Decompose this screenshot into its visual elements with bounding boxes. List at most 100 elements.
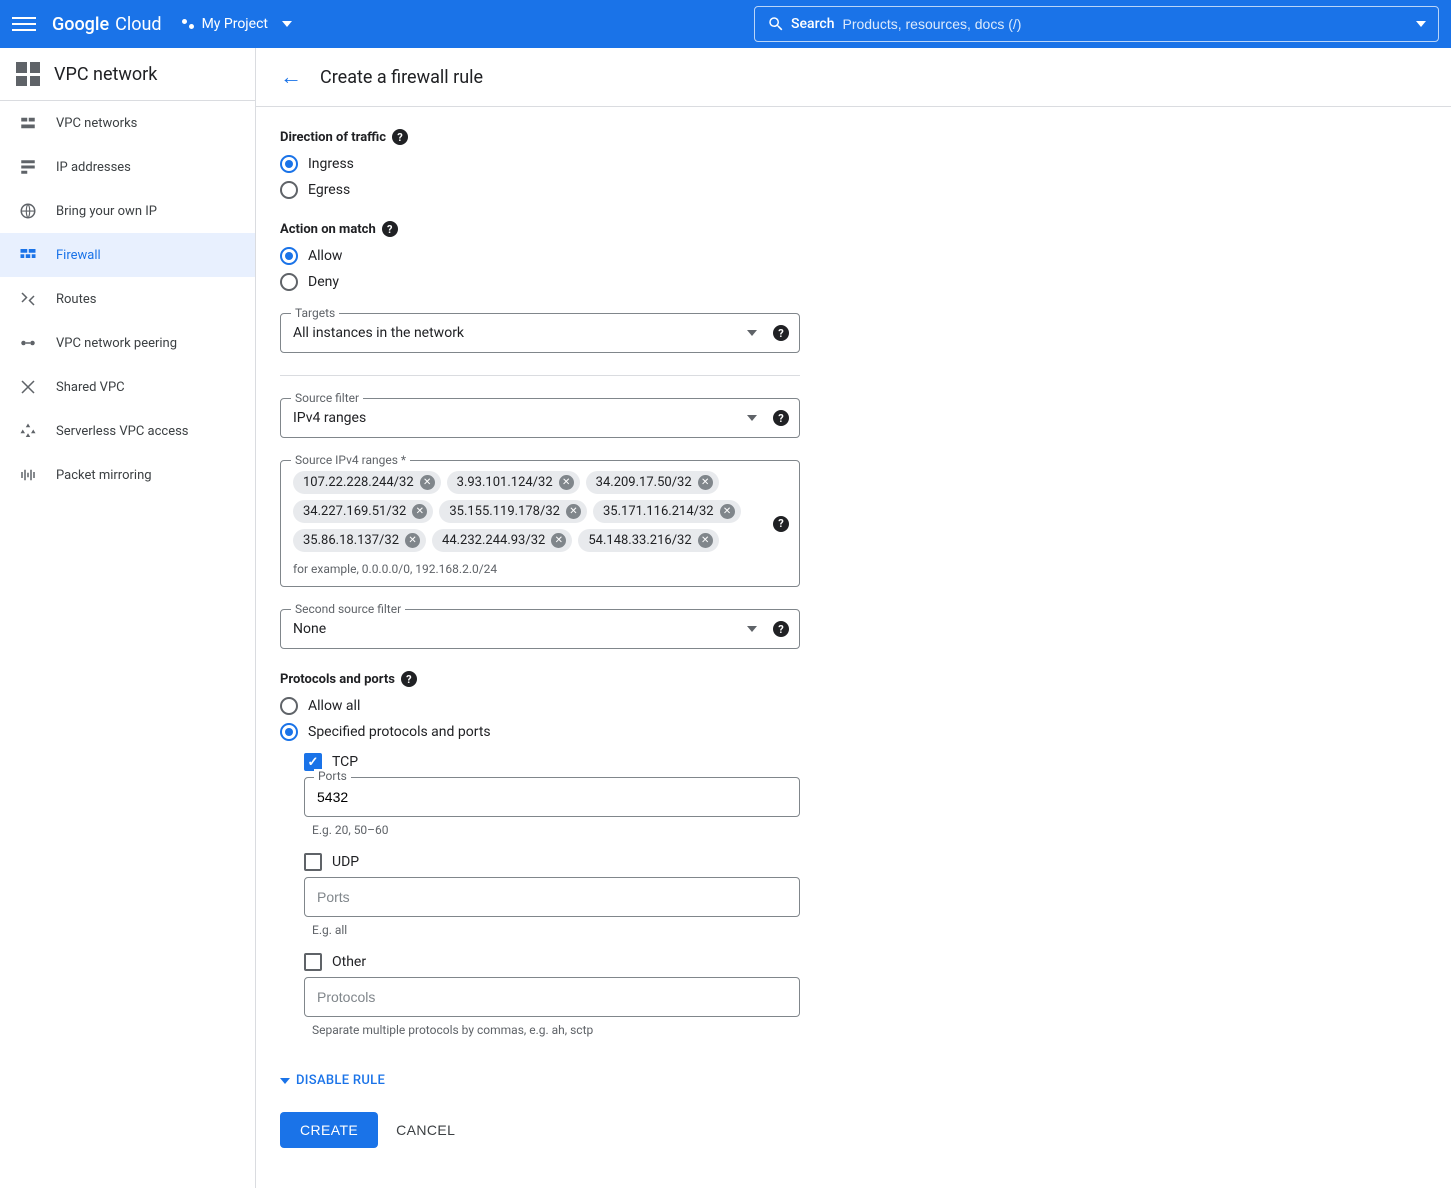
sidebar-item-firewall[interactable]: Firewall [0, 233, 255, 277]
divider [280, 375, 800, 376]
ip-addresses-icon [18, 157, 38, 177]
radio-specified[interactable]: Specified protocols and ports [280, 723, 992, 741]
ip-range-chip[interactable]: 34.227.169.51/32 ✕ [293, 500, 433, 523]
source-filter-select[interactable]: Source filter IPv4 ranges ? [280, 398, 800, 438]
sidebar-item-peering[interactable]: VPC network peering [0, 321, 255, 365]
sidebar-item-ip-addresses[interactable]: IP addresses [0, 145, 255, 189]
firewall-icon [18, 245, 38, 265]
sidebar-item-label: Bring your own IP [56, 204, 157, 219]
ip-range-chip[interactable]: 107.22.228.244/32✕ [293, 471, 441, 494]
chip-remove-icon[interactable]: ✕ [551, 533, 566, 548]
sidebar-item-packet-mirroring[interactable]: Packet mirroring [0, 453, 255, 497]
help-icon[interactable]: ? [773, 621, 789, 637]
search-label: Search [791, 16, 834, 32]
help-icon[interactable]: ? [773, 410, 789, 426]
routes-icon [18, 289, 38, 309]
help-icon[interactable]: ? [401, 671, 417, 687]
cancel-button[interactable]: CANCEL [396, 1112, 455, 1148]
chip-text: 34.227.169.51/32 [303, 504, 406, 519]
chevron-down-icon [280, 1078, 290, 1084]
chip-text: 34.209.17.50/32 [596, 475, 692, 490]
help-icon[interactable]: ? [392, 129, 408, 145]
search-input[interactable] [842, 16, 1408, 32]
direction-label: Direction of traffic ? [280, 129, 992, 145]
radio-icon [280, 155, 298, 173]
radio-deny[interactable]: Deny [280, 273, 992, 291]
create-button[interactable]: CREATE [280, 1112, 378, 1148]
vpc-networks-icon [18, 113, 38, 133]
action-label: Action on match ? [280, 221, 992, 237]
protocols-ports-label: Protocols and ports ? [280, 671, 992, 687]
brand-logo[interactable]: Google Cloud [52, 14, 162, 35]
radio-icon [280, 697, 298, 715]
source-ranges-hint: for example, 0.0.0.0/0, 192.168.2.0/24 [293, 562, 759, 576]
checkbox-tcp[interactable]: TCP [304, 753, 992, 771]
second-source-filter-label: Second source filter [291, 602, 405, 616]
help-icon[interactable]: ? [773, 516, 789, 532]
other-protocols-input[interactable] [304, 977, 800, 1017]
page-header: ← Create a firewall rule [256, 48, 1451, 107]
ip-range-chip[interactable]: 35.171.116.214/32✕ [593, 500, 741, 523]
other-protocols-hint: Separate multiple protocols by commas, e… [312, 1023, 992, 1037]
chevron-down-icon[interactable] [1416, 21, 1426, 27]
targets-label: Targets [291, 306, 339, 320]
chip-remove-icon[interactable]: ✕ [698, 533, 713, 548]
targets-select[interactable]: Targets All instances in the network ? [280, 313, 800, 353]
radio-icon [280, 247, 298, 265]
search-bar[interactable]: Search [754, 6, 1439, 42]
chip-remove-icon[interactable]: ✕ [420, 475, 435, 490]
hamburger-icon[interactable] [12, 12, 36, 36]
chip-text: 44.232.244.93/32 [442, 533, 545, 548]
brand-bold: Google [52, 14, 109, 35]
chip-remove-icon[interactable]: ✕ [559, 475, 574, 490]
help-icon[interactable]: ? [382, 221, 398, 237]
chip-remove-icon[interactable]: ✕ [405, 533, 420, 548]
ip-range-chip[interactable]: 35.86.18.137/32✕ [293, 529, 426, 552]
radio-egress[interactable]: Egress [280, 181, 992, 199]
chip-text: 3.93.101.124/32 [457, 475, 553, 490]
sidebar-item-label: Firewall [56, 248, 101, 263]
sidebar-item-serverless[interactable]: Serverless VPC access [0, 409, 255, 453]
radio-allow[interactable]: Allow [280, 247, 992, 265]
checkbox-other[interactable]: Other [304, 953, 992, 971]
sidebar-item-shared-vpc[interactable]: Shared VPC [0, 365, 255, 409]
radio-allow-all[interactable]: Allow all [280, 697, 992, 715]
back-arrow-icon[interactable]: ← [280, 64, 302, 90]
ip-range-chip[interactable]: 44.232.244.93/32 ✕ [432, 529, 572, 552]
sidebar: VPC network VPC networks IP addresses Br… [0, 48, 256, 1188]
sidebar-item-label: VPC networks [56, 116, 137, 131]
source-ranges-input[interactable]: Source IPv4 ranges * ? 107.22.228.244/32… [280, 460, 800, 587]
checkbox-udp[interactable]: UDP [304, 853, 992, 871]
page-title: Create a firewall rule [320, 67, 483, 88]
shared-vpc-icon [18, 377, 38, 397]
ip-range-chip[interactable]: 35.155.119.178/32✕ [439, 500, 587, 523]
chip-remove-icon[interactable]: ✕ [566, 504, 581, 519]
radio-icon [280, 181, 298, 199]
peering-icon [18, 333, 38, 353]
sidebar-item-byoip[interactable]: Bring your own IP [0, 189, 255, 233]
chip-remove-icon[interactable]: ✕ [412, 504, 427, 519]
ip-range-chip[interactable]: 54.148.33.216/32✕ [578, 529, 718, 552]
radio-ingress[interactable]: Ingress [280, 155, 992, 173]
source-ranges-label: Source IPv4 ranges * [291, 453, 410, 467]
project-picker[interactable]: My Project [182, 16, 292, 32]
udp-ports-input[interactable] [304, 877, 800, 917]
radio-icon [280, 723, 298, 741]
sidebar-item-routes[interactable]: Routes [0, 277, 255, 321]
checkbox-icon [304, 853, 322, 871]
sidebar-title: VPC network [54, 64, 157, 85]
ip-range-chip[interactable]: 3.93.101.124/32 ✕ [447, 471, 580, 494]
globe-icon [18, 201, 38, 221]
ip-range-chip[interactable]: 34.209.17.50/32 ✕ [586, 471, 719, 494]
tcp-ports-input[interactable] [304, 777, 800, 817]
sidebar-item-label: VPC network peering [56, 336, 177, 351]
help-icon[interactable]: ? [773, 325, 789, 341]
main-content: ← Create a firewall rule Direction of tr… [256, 48, 1451, 1188]
vpc-network-icon [16, 62, 40, 86]
second-source-filter-select[interactable]: Second source filter None ? [280, 609, 800, 649]
sidebar-item-label: IP addresses [56, 160, 131, 175]
chip-remove-icon[interactable]: ✕ [698, 475, 713, 490]
sidebar-item-vpc-networks[interactable]: VPC networks [0, 101, 255, 145]
disable-rule-toggle[interactable]: DISABLE RULE [280, 1073, 385, 1088]
chip-remove-icon[interactable]: ✕ [720, 504, 735, 519]
